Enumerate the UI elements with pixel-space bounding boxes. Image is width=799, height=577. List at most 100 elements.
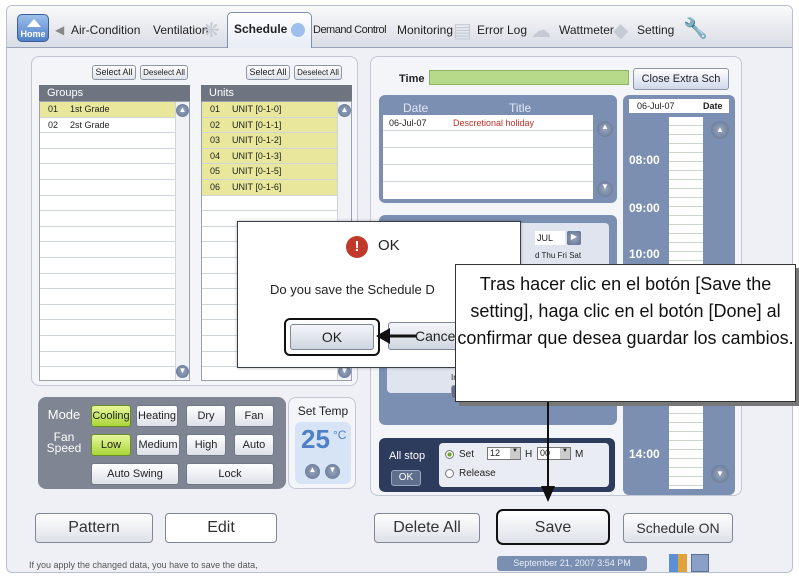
fan-low-button[interactable]: Low	[91, 434, 131, 456]
unit-name: UNIT [0-1-3]	[232, 150, 282, 161]
scroll-down-icon[interactable]: ▼	[176, 365, 189, 378]
release-radio[interactable]	[445, 469, 454, 478]
scroll-up-icon[interactable]: ▲	[338, 104, 351, 117]
tab-setting[interactable]: Setting	[637, 16, 674, 44]
dialog-ok-button[interactable]: OK	[290, 324, 374, 350]
unit-row[interactable]: 04 UNIT [0-1-3]	[202, 148, 351, 165]
setting-tools-icon: 🔧	[683, 18, 708, 40]
time-label: Time	[399, 73, 425, 85]
timeline-date-box: 06-Jul-07 Date	[629, 99, 729, 113]
all-stop-ok-button[interactable]: OK	[391, 470, 421, 486]
error-log-icon: ☁	[531, 20, 551, 42]
tab-schedule-label: Schedule	[234, 22, 288, 36]
unit-row[interactable]: 01 UNIT [0-1-0]	[202, 102, 351, 118]
ventilation-icon: ❋	[203, 20, 220, 42]
time-0800: 08:00	[629, 153, 660, 167]
home-button[interactable]: Home	[17, 14, 49, 42]
units-select-all-button[interactable]: Select All	[246, 65, 290, 80]
save-button[interactable]: Save	[496, 509, 610, 545]
scroll-up-icon[interactable]: ▲	[176, 104, 189, 117]
delete-all-button[interactable]: Delete All	[374, 513, 480, 543]
list-item	[383, 165, 593, 182]
tab-error-log[interactable]: Error Log	[477, 16, 527, 44]
groups-scrollbar[interactable]: ▲ ▼	[175, 102, 189, 380]
holiday-row[interactable]: 06-Jul-07 Descretional holiday	[383, 115, 593, 131]
group-row-2st-grade[interactable]: 02 2st Grade	[40, 118, 189, 134]
schedule-on-button[interactable]: Schedule ON	[623, 513, 733, 543]
title-column-header: Title	[509, 101, 532, 115]
edit-button[interactable]: Edit	[165, 513, 277, 543]
network-status-icon	[669, 554, 687, 572]
wattmeter-icon: ◆	[613, 20, 629, 42]
mode-fan-button[interactable]: Fan	[234, 405, 274, 427]
holiday-title: Descretional holiday	[453, 118, 535, 128]
set-temp-unit: °C	[333, 428, 347, 442]
time-1400: 14:00	[629, 447, 660, 461]
tab-monitoring[interactable]: Monitoring	[397, 16, 453, 44]
mode-fan-panel: Mode Cooling Heating Dry Fan Fan Speed Lo…	[38, 397, 286, 489]
unit-id: 04	[210, 150, 221, 161]
groups-deselect-all-button[interactable]: Deselect All	[140, 65, 188, 80]
unit-row[interactable]: 02 UNIT [0-1-1]	[202, 117, 351, 134]
list-item	[40, 320, 189, 336]
units-deselect-all-button[interactable]: Deselect All	[294, 65, 342, 80]
warning-icon: !	[346, 236, 368, 258]
unit-id: 02	[210, 119, 221, 130]
unit-row[interactable]: 03 UNIT [0-1-2]	[202, 133, 351, 149]
group-id: 02	[48, 119, 59, 130]
group-name: 1st Grade	[70, 104, 110, 114]
weekday-header: d Thu Fri Sat	[535, 251, 582, 260]
groups-select-all-button[interactable]: Select All	[92, 65, 136, 80]
fan-medium-button[interactable]: Medium	[136, 434, 180, 456]
unit-name: UNIT [0-1-1]	[232, 119, 282, 130]
close-extra-sch-button[interactable]: Close Extra Sch	[633, 68, 729, 90]
temp-down-icon[interactable]: ▼	[325, 464, 340, 479]
tab-wattmeter[interactable]: Wattmeter	[559, 16, 614, 44]
mode-heating-button[interactable]: Heating	[136, 405, 178, 427]
holiday-date: 06-Jul-07	[389, 118, 427, 128]
time-1000: 10:00	[629, 247, 660, 261]
scroll-up-icon[interactable]: ▲	[597, 121, 613, 137]
scroll-up-icon[interactable]: ▲	[711, 121, 729, 139]
tab-ventilation[interactable]: Ventilation	[153, 16, 208, 44]
hour-select[interactable]: 12 ▼	[487, 447, 521, 460]
auto-swing-button[interactable]: Auto Swing	[91, 463, 179, 485]
scroll-down-icon[interactable]: ▼	[597, 181, 613, 197]
time-0900: 09:00	[629, 201, 660, 215]
group-row-1st-grade[interactable]: 01 1st Grade	[40, 102, 189, 118]
mode-label: Mode	[47, 407, 81, 422]
mode-dry-button[interactable]: Dry	[186, 405, 226, 427]
set-temp-label: Set Temp	[297, 404, 349, 418]
tab-back-arrow-icon[interactable]: ◀	[55, 16, 64, 44]
time-bar	[429, 70, 629, 85]
temp-up-icon[interactable]: ▲	[305, 464, 320, 479]
list-item	[383, 131, 593, 148]
fan-speed-label-line2: Speed	[46, 441, 82, 455]
set-radio[interactable]	[445, 450, 454, 459]
group-id: 01	[48, 104, 59, 114]
unit-row[interactable]: 06 UNIT [0-1-6]	[202, 180, 351, 196]
unit-name: UNIT [0-1-2]	[232, 135, 282, 146]
list-item	[40, 289, 189, 305]
list-item	[40, 258, 189, 274]
list-item	[40, 227, 189, 243]
fan-auto-button[interactable]: Auto	[234, 434, 274, 456]
tab-air-condition[interactable]: Air-Condition	[71, 16, 140, 44]
list-item	[202, 196, 351, 212]
unit-row[interactable]: 05 UNIT [0-1-5]	[202, 164, 351, 180]
set-temp-value: 25	[301, 424, 330, 454]
next-month-icon[interactable]: ▶	[567, 231, 581, 245]
all-stop-label: All stop	[389, 450, 426, 462]
tab-demand-control[interactable]: Demand Control	[313, 16, 387, 44]
fan-high-button[interactable]: High	[186, 434, 226, 456]
chevron-down-icon: ▼	[510, 448, 520, 459]
tab-schedule[interactable]: Schedule	[227, 12, 313, 48]
dialog-message: Do you save the Schedule D	[270, 282, 435, 297]
computer-icon	[691, 554, 709, 572]
lock-button[interactable]: Lock	[186, 463, 274, 485]
scroll-down-icon[interactable]: ▼	[711, 465, 729, 483]
month-label: JUL	[535, 231, 565, 245]
pattern-button[interactable]: Pattern	[35, 513, 153, 543]
list-item	[40, 164, 189, 180]
mode-cooling-button[interactable]: Cooling	[91, 405, 131, 427]
